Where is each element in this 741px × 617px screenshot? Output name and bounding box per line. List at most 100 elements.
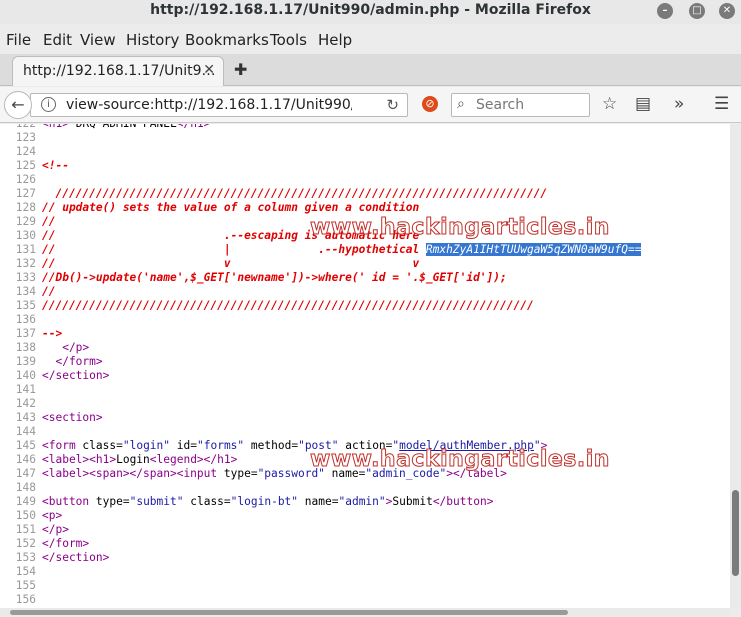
line-code: ////////////////////////////////////////… bbox=[42, 187, 548, 200]
line-number: 155 bbox=[15, 579, 36, 592]
tab-bar: http://192.168.1.17/Unit9… ✕ ✚ bbox=[0, 54, 741, 86]
horizontal-scrollbar[interactable] bbox=[0, 608, 730, 617]
source-line: 135 /////////////////////////////////////… bbox=[0, 299, 534, 313]
source-line: 126 bbox=[0, 173, 42, 187]
line-code: </form> bbox=[42, 355, 103, 368]
source-line: 136 bbox=[0, 313, 42, 327]
noscript-icon[interactable]: ⊘ bbox=[422, 96, 438, 112]
line-number: 128 bbox=[15, 201, 36, 214]
line-number: 129 bbox=[15, 215, 36, 228]
search-box[interactable]: ⌕ Search bbox=[451, 93, 590, 117]
line-code: // update() sets the value of a column g… bbox=[42, 201, 420, 214]
site-info-icon[interactable]: i bbox=[41, 97, 56, 112]
line-number: 156 bbox=[15, 593, 36, 606]
line-number: 136 bbox=[15, 313, 36, 326]
line-number: 135 bbox=[15, 299, 36, 312]
source-line: 152 </form> bbox=[0, 537, 89, 551]
line-code: </section> bbox=[42, 369, 110, 382]
source-line: 144 bbox=[0, 425, 42, 439]
menu-help[interactable]: Help bbox=[318, 31, 352, 49]
source-line: 153 </section> bbox=[0, 551, 110, 565]
line-code: // bbox=[42, 285, 56, 298]
minimize-icon[interactable]: – bbox=[657, 3, 673, 19]
menu-bar: File Edit View History Bookmarks Tools H… bbox=[0, 28, 741, 52]
line-code: // v v bbox=[42, 257, 420, 270]
source-line: 142 bbox=[0, 397, 42, 411]
source-line: 131 // | .--hypothetical RmxhZyA1IHtTUUwg… bbox=[0, 243, 642, 257]
menu-edit[interactable]: Edit bbox=[43, 31, 72, 49]
line-number: 145 bbox=[15, 439, 36, 452]
watermark-bottom: www.hackingarticles.in bbox=[310, 447, 610, 473]
url-input[interactable]: view-source:http://192.168.1.17/Unit990/… bbox=[66, 97, 352, 113]
line-number: 140 bbox=[15, 369, 36, 382]
menu-tools[interactable]: Tools bbox=[270, 31, 307, 49]
line-code: ////////////////////////////////////////… bbox=[42, 299, 534, 312]
source-line: 156 bbox=[0, 593, 42, 607]
search-input[interactable]: Search bbox=[476, 97, 524, 113]
hamburger-menu-icon[interactable]: ☰ bbox=[714, 94, 729, 114]
line-number: 124 bbox=[15, 145, 36, 158]
menu-view[interactable]: View bbox=[80, 31, 116, 49]
search-icon: ⌕ bbox=[457, 96, 465, 112]
line-code: </p> bbox=[42, 341, 90, 354]
source-line: 137 --> bbox=[0, 327, 62, 341]
source-line: 127 ////////////////////////////////////… bbox=[0, 187, 547, 201]
line-number: 147 bbox=[15, 467, 36, 480]
source-line: 128 // update() sets the value of a colum… bbox=[0, 201, 419, 215]
vertical-scrollbar[interactable] bbox=[730, 124, 741, 608]
line-number: 132 bbox=[15, 257, 36, 270]
line-code: <p> bbox=[42, 509, 63, 522]
menu-bookmarks[interactable]: Bookmarks bbox=[185, 31, 269, 49]
line-number: 152 bbox=[15, 537, 36, 550]
title-bar: http://192.168.1.17/Unit990/admin.php - … bbox=[0, 0, 741, 24]
menu-file[interactable]: File bbox=[6, 31, 31, 49]
source-view[interactable]: 122 <h1> DRQ ADMIN PANEL</h1> 123124125 <!-… bbox=[0, 124, 730, 608]
source-line: 143 <section> bbox=[0, 411, 103, 425]
source-line: 151 </p> bbox=[0, 523, 69, 537]
vertical-scroll-thumb[interactable] bbox=[732, 490, 739, 576]
overflow-chevron-icon[interactable]: » bbox=[674, 94, 684, 114]
source-line: 154 bbox=[0, 565, 42, 579]
line-code: </form> bbox=[42, 537, 90, 550]
close-window-icon[interactable]: ✕ bbox=[719, 3, 735, 19]
menu-history[interactable]: History bbox=[126, 31, 179, 49]
line-code: // bbox=[42, 215, 56, 228]
source-line: 123 bbox=[0, 131, 42, 145]
reload-icon[interactable]: ↻ bbox=[386, 96, 399, 114]
line-number: 151 bbox=[15, 523, 36, 536]
tab-title: http://192.168.1.17/Unit9… bbox=[23, 63, 216, 79]
back-arrow-icon: ← bbox=[11, 95, 25, 114]
source-line: 134 // bbox=[0, 285, 56, 299]
bookmark-star-icon[interactable]: ☆ bbox=[602, 94, 617, 114]
line-number: 126 bbox=[15, 173, 36, 186]
line-number: 131 bbox=[15, 243, 36, 256]
source-line: 133 //Db()->update('name',$_GET['newname'… bbox=[0, 271, 507, 285]
line-number: 122 bbox=[0, 124, 36, 131]
source-line: 125 <!-- bbox=[0, 159, 69, 173]
new-tab-icon[interactable]: ✚ bbox=[234, 60, 247, 79]
maximize-icon[interactable]: □ bbox=[689, 3, 705, 19]
line-code: </section> bbox=[42, 551, 110, 564]
source-line: 148 bbox=[0, 481, 42, 495]
line-code: <h1> DRQ ADMIN PANEL</h1> bbox=[42, 124, 210, 130]
close-tab-icon[interactable]: ✕ bbox=[203, 62, 215, 78]
library-icon[interactable]: ▤ bbox=[635, 94, 651, 114]
line-number: 142 bbox=[15, 397, 36, 410]
source-line: 124 bbox=[0, 145, 42, 159]
line-number: 130 bbox=[15, 229, 36, 242]
line-number: 154 bbox=[15, 565, 36, 578]
tab-active[interactable]: http://192.168.1.17/Unit9… ✕ bbox=[12, 56, 224, 86]
line-number: 143 bbox=[15, 411, 36, 424]
line-code: </p> bbox=[42, 523, 69, 536]
window-title: http://192.168.1.17/Unit990/admin.php - … bbox=[150, 2, 591, 18]
line-number: 138 bbox=[15, 341, 36, 354]
horizontal-scroll-thumb[interactable] bbox=[10, 610, 568, 615]
line-number: 148 bbox=[15, 481, 36, 494]
url-bar[interactable]: i view-source:http://192.168.1.17/Unit99… bbox=[30, 93, 408, 117]
line-number: 133 bbox=[15, 271, 36, 284]
back-button[interactable]: ← bbox=[4, 91, 32, 119]
source-line: 155 bbox=[0, 579, 42, 593]
source-line: 141 bbox=[0, 383, 42, 397]
nav-bar: i view-source:http://192.168.1.17/Unit99… bbox=[0, 87, 741, 123]
source-line: 129 // bbox=[0, 215, 56, 229]
